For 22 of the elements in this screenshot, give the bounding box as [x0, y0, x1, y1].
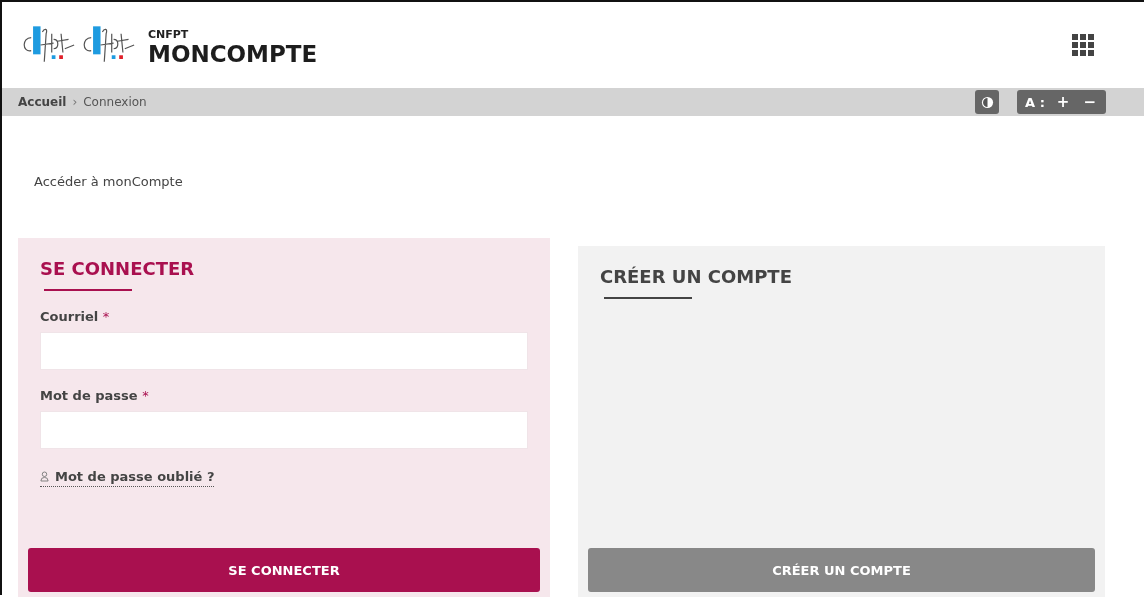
login-button[interactable]: SE CONNECTER — [28, 548, 540, 592]
breadcrumb-current: Connexion — [83, 95, 147, 109]
card-title: SE CONNECTER — [40, 258, 196, 279]
input-field[interactable] — [40, 332, 528, 370]
apps-grid-icon[interactable] — [1072, 34, 1094, 56]
font-size-label: A : — [1025, 94, 1045, 110]
field-label: Mot de passe * — [40, 388, 149, 403]
page-title: Accéder à monCompte — [34, 174, 183, 190]
create-account-button[interactable]: CRÉER UN COMPTE — [588, 548, 1095, 592]
increase-font-button[interactable]: + — [1054, 93, 1072, 111]
input-field[interactable] — [40, 411, 528, 449]
decrease-font-button[interactable]: − — [1081, 93, 1098, 111]
contrast-button[interactable] — [975, 90, 1000, 114]
field-label: Courriel * — [40, 309, 110, 324]
forgot-password-link[interactable]: Mot de passe oublié ? — [40, 469, 215, 487]
breadcrumb-link[interactable]: Accueil — [18, 95, 67, 109]
contrast-icon — [980, 95, 994, 109]
org-name: CNFPT — [148, 27, 190, 41]
person-icon — [40, 471, 49, 482]
breadcrumb-separator: › — [72, 95, 78, 109]
app-title: MONCOMPTE — [148, 40, 318, 67]
card-title: CRÉER UN COMPTE — [600, 266, 793, 287]
